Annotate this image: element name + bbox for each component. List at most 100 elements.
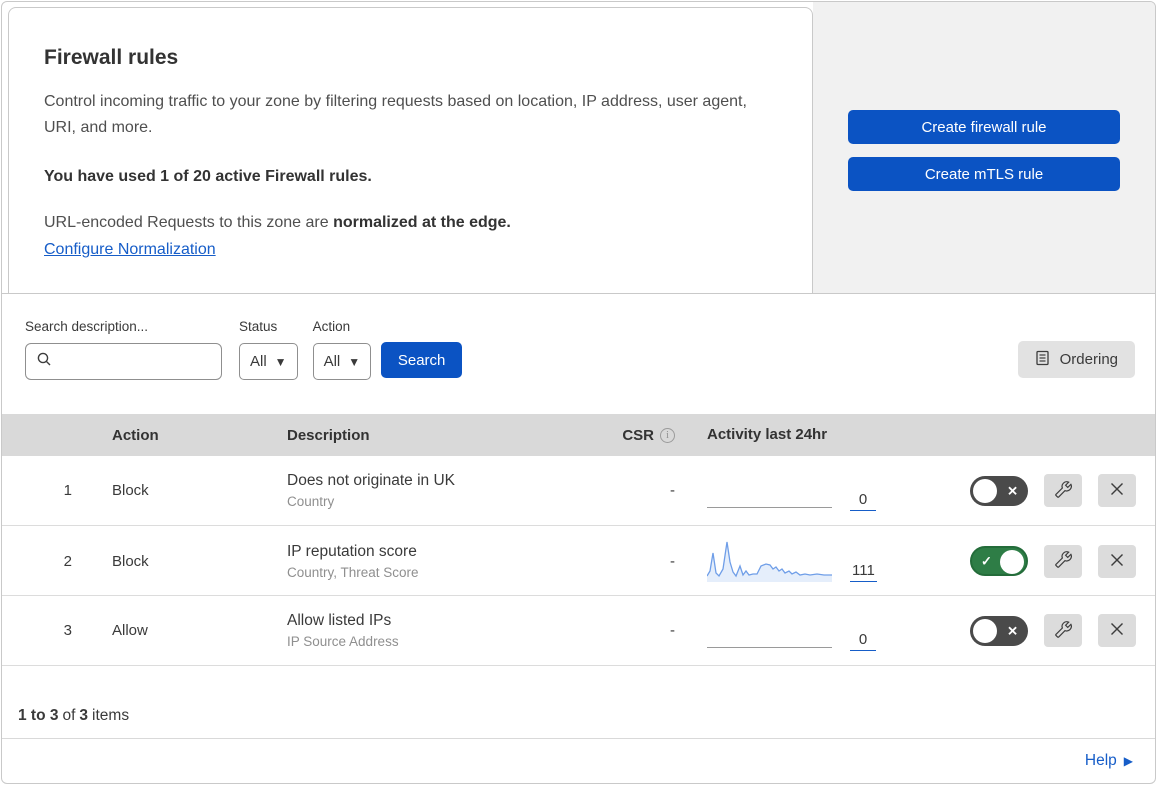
action-value: All	[323, 353, 341, 370]
close-icon	[1109, 481, 1125, 500]
table-row: 2 Block IP reputation score Country, Thr…	[2, 526, 1155, 596]
rule-controls: ✕	[932, 614, 1155, 647]
activity-sparkline-flat	[707, 507, 832, 508]
actions-panel: Create firewall rule Create mTLS rule	[813, 2, 1155, 293]
rule-controls: ✓	[932, 544, 1155, 578]
status-label: Status	[239, 319, 278, 334]
rule-description: Allow listed IPs	[287, 612, 392, 629]
search-group: Search description...	[25, 319, 222, 380]
rule-activity-cell: 0	[687, 596, 932, 665]
configure-normalization-link[interactable]: Configure Normalization	[44, 241, 216, 258]
firewall-rules-page: Firewall rules Control incoming traffic …	[1, 1, 1156, 784]
rule-fields: Country, Threat Score	[287, 564, 419, 580]
action-select[interactable]: All ▼	[312, 343, 372, 380]
delete-rule-button[interactable]	[1098, 614, 1136, 647]
activity-count-link[interactable]: 0	[850, 631, 876, 651]
info-icon[interactable]: i	[660, 428, 675, 443]
rule-csr: -	[670, 552, 675, 570]
column-activity: Activity last 24hr	[707, 426, 828, 443]
table-header-row: Action Description CSR i Activity last 2…	[2, 414, 1155, 456]
rule-description-cell: Does not originate in UK Country	[269, 472, 592, 509]
items-range: 1 to 3	[18, 707, 59, 724]
search-field[interactable]	[58, 352, 213, 371]
table-row: 3 Allow Allow listed IPs IP Source Addre…	[2, 596, 1155, 666]
column-action: Action	[112, 427, 159, 444]
search-button[interactable]: Search	[381, 342, 463, 378]
search-icon	[36, 351, 52, 372]
toggle-knob	[973, 618, 997, 643]
status-filter-group: Status All ▼	[239, 319, 298, 380]
column-csr: CSR i	[592, 427, 687, 444]
create-mtls-rule-button[interactable]: Create mTLS rule	[848, 157, 1120, 191]
top-section: Firewall rules Control incoming traffic …	[2, 2, 1155, 294]
wrench-icon	[1054, 480, 1072, 501]
items-of: of	[62, 707, 76, 724]
status-value: All	[250, 353, 267, 370]
page-title: Firewall rules	[44, 46, 179, 69]
intro-description: Control incoming traffic to your zone by…	[44, 93, 747, 137]
rule-action: Block	[112, 482, 149, 499]
rule-priority: 3	[63, 622, 72, 639]
rule-csr: -	[670, 622, 675, 639]
rule-description: IP reputation score	[287, 542, 417, 560]
delete-rule-button[interactable]	[1098, 474, 1136, 507]
activity-count-link[interactable]: 111	[850, 562, 877, 582]
rule-action: Allow	[112, 622, 148, 639]
table-row: 1 Block Does not originate in UK Country…	[2, 456, 1155, 526]
rules-table: Action Description CSR i Activity last 2…	[2, 414, 1155, 666]
close-icon	[1109, 552, 1125, 571]
intro-card: Firewall rules Control incoming traffic …	[8, 7, 813, 293]
create-firewall-rule-button[interactable]: Create firewall rule	[848, 110, 1120, 144]
activity-sparkline-flat	[707, 647, 832, 648]
delete-rule-button[interactable]	[1098, 544, 1136, 578]
toggle-on-check-icon: ✓	[981, 553, 992, 569]
rule-fields: IP Source Address	[287, 634, 399, 649]
edit-rule-button[interactable]	[1044, 474, 1082, 507]
activity-sparkline	[707, 541, 832, 582]
column-description: Description	[287, 427, 370, 444]
action-label: Action	[312, 319, 351, 334]
ordering-list-icon	[1035, 350, 1051, 370]
rule-enabled-toggle[interactable]: ✓	[970, 546, 1028, 576]
rule-priority: 1	[63, 482, 72, 499]
edit-rule-button[interactable]	[1044, 614, 1082, 647]
rule-activity-cell: 0	[687, 456, 932, 525]
rule-activity-cell: 111	[687, 526, 932, 596]
toggle-knob	[1000, 550, 1024, 574]
normalization-prefix: URL-encoded Requests to this zone are	[44, 214, 329, 232]
rule-priority: 2	[63, 552, 72, 570]
items-label: items	[92, 707, 130, 724]
close-icon	[1109, 621, 1125, 640]
column-csr-label: CSR	[622, 427, 654, 444]
status-select[interactable]: All ▼	[239, 343, 298, 380]
rule-enabled-toggle[interactable]: ✕	[970, 475, 1028, 506]
rule-controls: ✕	[932, 474, 1155, 507]
pagination-summary: 1 to 3 of 3 items	[2, 666, 1155, 739]
toggle-off-x-icon: ✕	[1007, 623, 1018, 638]
chevron-down-icon: ▼	[274, 354, 287, 369]
rule-description-cell: Allow listed IPs IP Source Address	[269, 612, 592, 649]
search-label: Search description...	[25, 319, 149, 334]
ordering-button-label: Ordering	[1059, 351, 1118, 368]
action-filter-group: Action All ▼	[312, 319, 372, 380]
help-link[interactable]: Help ▶	[1085, 752, 1133, 770]
normalization-bold: normalized at the edge.	[333, 214, 511, 232]
normalization-note: URL-encoded Requests to this zone are no…	[44, 214, 772, 232]
rule-description-cell: IP reputation score Country, Threat Scor…	[269, 543, 592, 580]
rule-fields: Country	[287, 494, 335, 509]
arrow-right-icon: ▶	[1123, 754, 1133, 768]
rule-csr: -	[670, 482, 675, 499]
rule-enabled-toggle[interactable]: ✕	[970, 615, 1028, 646]
wrench-icon	[1054, 551, 1072, 571]
items-total: 3	[79, 707, 89, 724]
activity-count-link[interactable]: 0	[850, 491, 876, 511]
help-row: Help ▶	[2, 739, 1155, 783]
rule-action: Block	[112, 552, 149, 570]
chevron-down-icon: ▼	[348, 354, 361, 369]
search-input[interactable]	[25, 343, 222, 380]
usage-note: You have used 1 of 20 active Firewall ru…	[44, 168, 372, 186]
ordering-button[interactable]: Ordering	[1017, 341, 1135, 378]
wrench-icon	[1054, 620, 1072, 641]
toggle-knob	[973, 478, 997, 503]
edit-rule-button[interactable]	[1044, 544, 1082, 578]
